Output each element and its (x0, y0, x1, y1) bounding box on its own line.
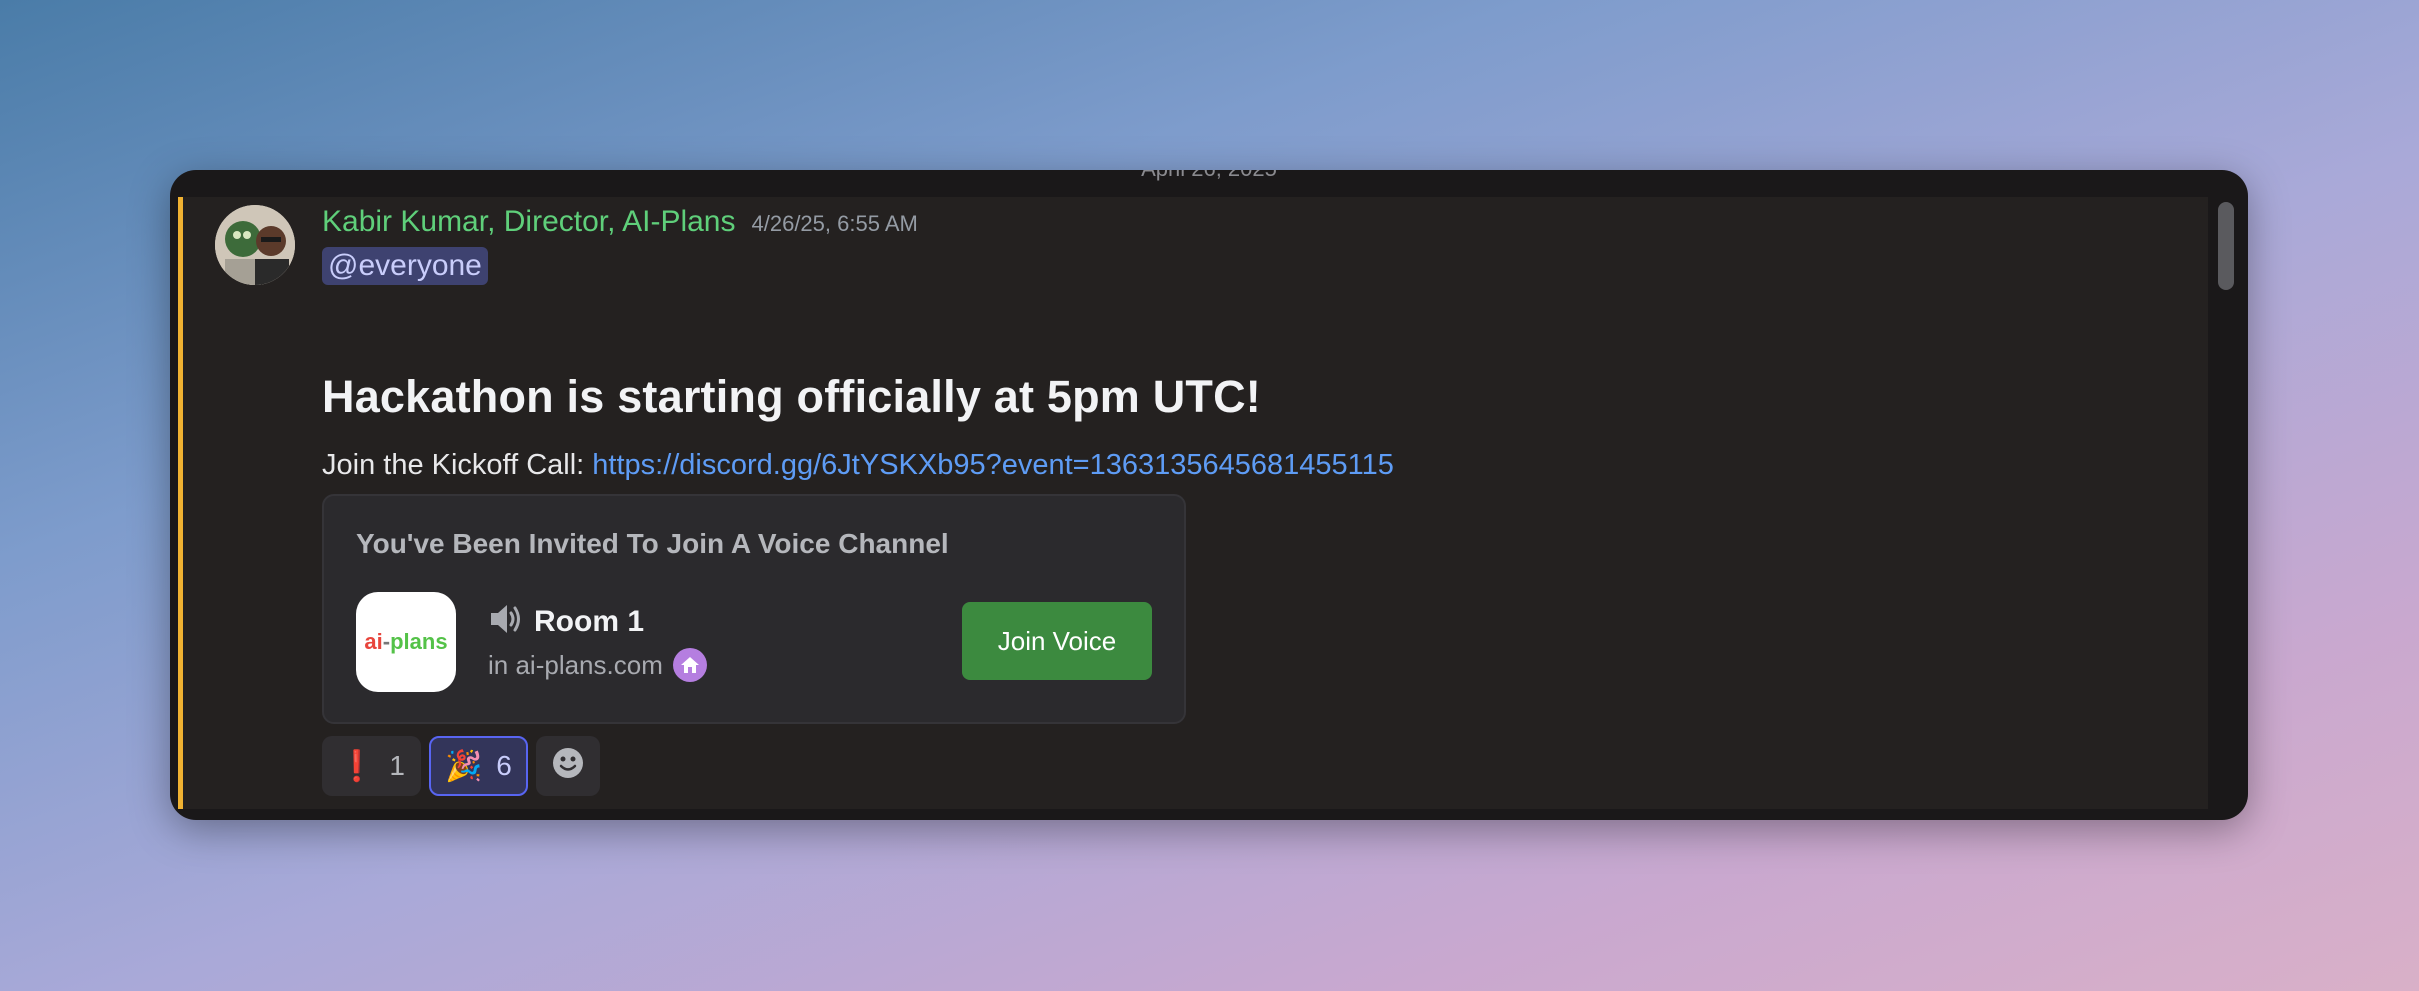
message-headline: Hackathon is starting officially at 5pm … (322, 371, 1261, 422)
channel-name: Room 1 (534, 604, 645, 638)
reactions-bar: ❗ 1 🎉 6 (322, 736, 2168, 796)
server-icon[interactable]: ai - plans (356, 592, 456, 692)
reaction-count: 1 (389, 750, 405, 781)
server-logo-plans: plans (390, 629, 448, 654)
house-badge-icon (672, 648, 707, 682)
add-reaction-button[interactable] (535, 736, 600, 796)
kickoff-call-link[interactable]: https://discord.gg/6JtYSKXb95?event=1363… (592, 449, 1394, 481)
server-logo-ai: ai (364, 629, 383, 654)
smiley-icon (551, 746, 585, 787)
invite-title: You've Been Invited To Join A Voice Chan… (356, 528, 949, 559)
party-popper-emoji: 🎉 (444, 749, 483, 783)
join-line: Join the Kickoff Call: https://discord.g… (322, 449, 2168, 482)
reaction-count: 6 (496, 750, 512, 781)
server-line: in ai-plans.com (488, 648, 707, 682)
message-timestamp[interactable]: 4/26/25, 6:55 AM (752, 211, 918, 237)
join-prefix: Join the Kickoff Call: (322, 449, 593, 481)
server-logo-dash: - (382, 629, 391, 654)
exclamation-emoji: ❗ (338, 749, 376, 783)
author-name[interactable]: Kabir Kumar, Director, AI-Plans (322, 205, 736, 239)
scrollbar[interactable] (2218, 202, 2234, 290)
join-voice-button[interactable]: Join Voice (962, 602, 1152, 680)
reaction-exclamation[interactable]: ❗ 1 (322, 736, 421, 796)
everyone-mention[interactable]: @everyone (322, 247, 488, 285)
message-header: Kabir Kumar, Director, AI-Plans 4/26/25,… (322, 205, 2168, 245)
message[interactable]: Kabir Kumar, Director, AI-Plans 4/26/25,… (178, 197, 2208, 809)
avatar[interactable] (215, 205, 295, 285)
channel-row: Room 1 (488, 602, 644, 641)
server-name: in ai-plans.com (488, 649, 663, 680)
discord-window: April 26, 2025 Kabir Kumar, Director, AI… (170, 170, 2248, 820)
reaction-party-popper[interactable]: 🎉 6 (428, 736, 528, 796)
speaker-icon (488, 602, 524, 641)
voice-invite-card: You've Been Invited To Join A Voice Chan… (322, 494, 1186, 724)
date-divider: April 26, 2025 (170, 170, 2248, 182)
message-content: Kabir Kumar, Director, AI-Plans 4/26/25,… (322, 205, 2168, 796)
